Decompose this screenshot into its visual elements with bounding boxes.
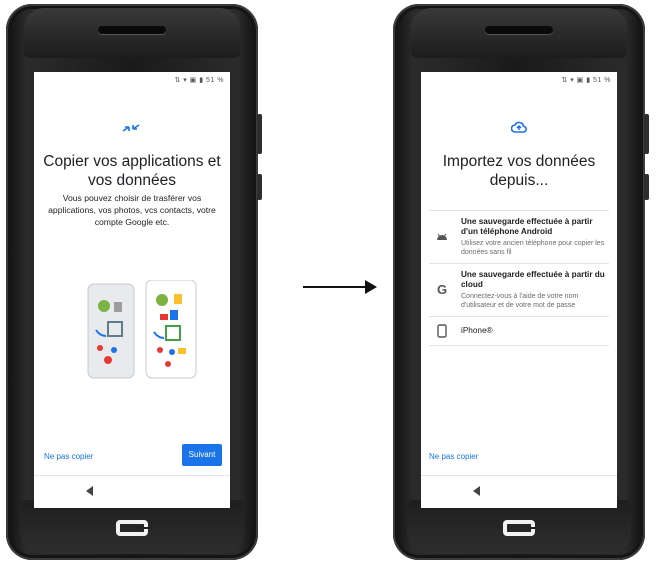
page-title: Importez vos données depuis...	[442, 153, 596, 189]
back-icon[interactable]	[473, 486, 480, 496]
phone-left: ⇅ ▾ ▣ ▮ 51 % Copier vos applications et …	[6, 4, 262, 560]
flow-arrow-icon	[365, 280, 377, 294]
side-button	[257, 174, 262, 200]
status-bar: ⇅ ▾ ▣ ▮ 51 %	[174, 77, 224, 84]
two-phones-transfer-illustration	[87, 280, 197, 379]
screen-copy-apps: ⇅ ▾ ▣ ▮ 51 % Copier vos applications et …	[34, 72, 230, 508]
option-title: Une sauvegarde effectuée à partir d'un t…	[461, 217, 593, 236]
navigation-bar	[421, 475, 617, 508]
next-button[interactable]: Suivant	[182, 444, 222, 466]
import-source-list: Une sauvegarde effectuée à partir d'un t…	[429, 210, 609, 346]
skip-link[interactable]: Ne pas copier	[44, 452, 93, 461]
option-subtitle: Connectez-vous à l'aide de votre nom d'u…	[461, 293, 579, 309]
page-title: Copier vos applications et vos données	[43, 153, 221, 189]
front-camera	[76, 46, 82, 52]
flow-arrow-line	[303, 286, 367, 288]
back-icon[interactable]	[86, 486, 93, 496]
google-g-icon: G	[436, 282, 448, 297]
phone-right: ⇅ ▾ ▣ ▮ 51 % Importez vos données depuis…	[393, 4, 649, 560]
status-bar: ⇅ ▾ ▣ ▮ 51 %	[561, 77, 611, 84]
side-button	[644, 174, 649, 200]
list-item[interactable]: G Une sauvegarde effectuée à partir du c…	[429, 263, 609, 316]
android-icon	[435, 230, 449, 244]
phone-outline-icon	[435, 324, 449, 338]
list-item[interactable]: Une sauvegarde effectuée à partir d'un t…	[429, 210, 609, 263]
option-title: Une sauvegarde effectuée à partir du clo…	[461, 270, 605, 289]
navigation-bar	[34, 475, 230, 508]
crosscall-home-icon[interactable]	[503, 520, 536, 536]
front-camera	[463, 46, 469, 52]
side-button	[257, 114, 262, 154]
earpiece-speaker	[485, 26, 553, 34]
list-item[interactable]: iPhone®	[429, 316, 609, 346]
earpiece-speaker	[98, 26, 166, 34]
page-description: Vous pouvez choisir de trasférer vos app…	[48, 193, 216, 227]
option-title: iPhone®	[461, 326, 493, 335]
option-subtitle: Utilisez votre ancien téléphone pour cop…	[461, 240, 605, 256]
side-button	[644, 114, 649, 154]
transfer-arrows-icon	[122, 124, 140, 132]
skip-link[interactable]: Ne pas copier	[429, 452, 478, 461]
crosscall-home-icon[interactable]	[116, 520, 149, 536]
cloud-upload-icon	[511, 121, 527, 133]
screen-import-data: ⇅ ▾ ▣ ▮ 51 % Importez vos données depuis…	[421, 72, 617, 508]
